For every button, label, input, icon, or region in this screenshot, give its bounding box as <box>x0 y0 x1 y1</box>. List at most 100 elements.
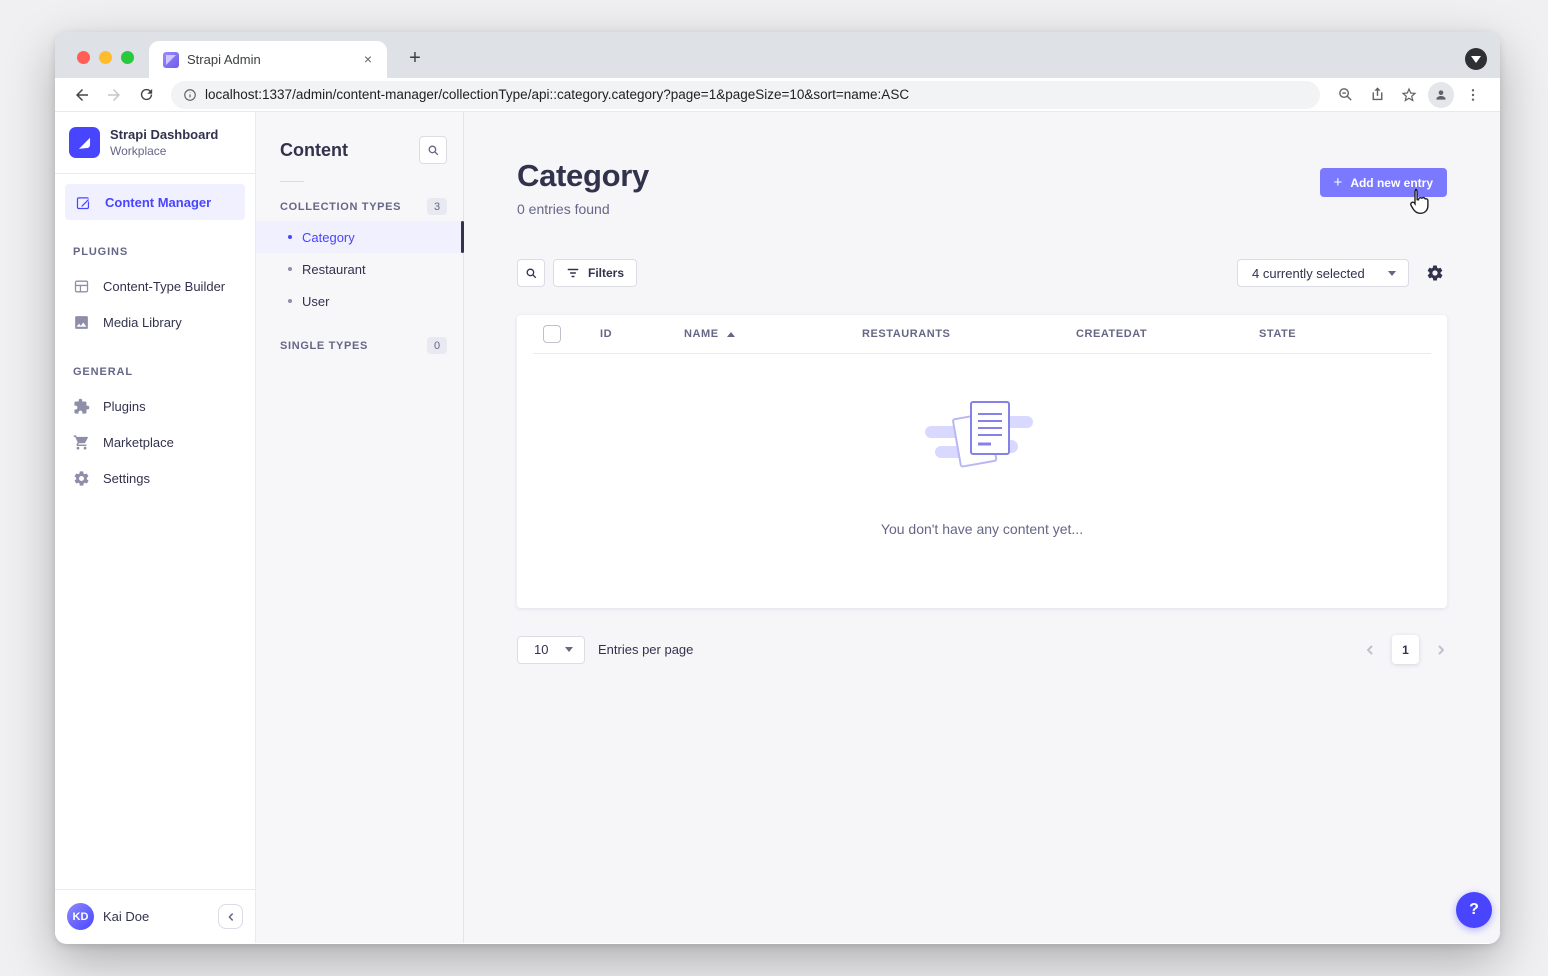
cart-icon <box>71 434 91 451</box>
gear-icon <box>1426 264 1444 282</box>
sidebar-section-plugins: PLUGINS <box>55 246 255 258</box>
collection-types-count: 3 <box>427 198 447 215</box>
sidebar-item-content-manager[interactable]: Content Manager <box>65 184 245 220</box>
bullet-icon <box>288 299 292 303</box>
avatar: KD <box>67 903 94 930</box>
sidebar-item-label: Media Library <box>103 315 182 330</box>
sidebar-item-media-library[interactable]: Media Library <box>55 304 255 340</box>
subnav-item-label: Category <box>302 230 355 245</box>
browser-window: Strapi Admin × + localhost:1337/admin/co… <box>55 32 1500 944</box>
columns-select[interactable]: 4 currently selected <box>1237 259 1409 287</box>
search-icon <box>525 267 538 280</box>
sidebar-item-label: Settings <box>103 471 150 486</box>
workspace-subtitle: Workplace <box>110 144 218 158</box>
table-settings-button[interactable] <box>1423 261 1447 285</box>
content-subnav: Content COLLECTION TYPES 3 Category Rest… <box>256 112 464 943</box>
entries-count: 0 entries found <box>517 201 649 217</box>
column-header-state[interactable]: STATE <box>1259 328 1421 340</box>
layout-icon <box>71 278 91 295</box>
address-bar[interactable]: localhost:1337/admin/content-manager/col… <box>171 81 1320 109</box>
empty-state: You don't have any content yet... <box>517 354 1447 537</box>
reload-button[interactable] <box>133 82 159 108</box>
subnav-title: Content <box>280 140 348 161</box>
puzzle-icon <box>71 398 91 415</box>
minimize-window-button[interactable] <box>99 51 112 64</box>
sidebar-item-content-type-builder[interactable]: Content-Type Builder <box>55 268 255 304</box>
sort-ascending-icon <box>727 332 735 337</box>
empty-state-text: You don't have any content yet... <box>517 521 1447 537</box>
bookmark-star-icon[interactable] <box>1396 82 1422 108</box>
user-row: KD Kai Doe <box>55 889 255 943</box>
gear-icon <box>71 470 91 487</box>
add-new-entry-button[interactable]: + Add new entry <box>1320 168 1447 197</box>
sidebar-section-general: GENERAL <box>55 366 255 378</box>
single-types-count: 0 <box>427 337 447 354</box>
previous-page-icon[interactable] <box>1364 644 1376 656</box>
browser-tabstrip: Strapi Admin × + <box>55 32 1500 78</box>
url-text: localhost:1337/admin/content-manager/col… <box>205 87 909 102</box>
sidebar-item-marketplace[interactable]: Marketplace <box>55 424 255 460</box>
pen-icon <box>73 194 93 211</box>
column-header-restaurants[interactable]: RESTAURANTS <box>862 328 1076 340</box>
tab-title: Strapi Admin <box>187 52 351 67</box>
sidebar-item-settings[interactable]: Settings <box>55 460 255 496</box>
tab-close-icon[interactable]: × <box>359 51 377 69</box>
image-icon <box>71 314 91 331</box>
bullet-icon <box>288 267 292 271</box>
pagination: 10 Entries per page 1 <box>517 635 1447 664</box>
share-icon[interactable] <box>1364 82 1390 108</box>
filters-button[interactable]: Filters <box>553 259 637 287</box>
close-window-button[interactable] <box>77 51 90 64</box>
main-content: Category 0 entries found + Add new entry… <box>464 112 1500 943</box>
entries-table: ID NAME RESTAURANTS CREATEDAT STATE <box>517 315 1447 608</box>
filter-icon <box>566 267 580 279</box>
back-button[interactable] <box>69 82 95 108</box>
sidebar-item-label: Content Manager <box>105 195 211 210</box>
new-tab-button[interactable]: + <box>401 45 429 73</box>
page-size-select[interactable]: 10 <box>517 636 585 664</box>
next-page-icon[interactable] <box>1435 644 1447 656</box>
subnav-item-category[interactable]: Category <box>256 221 463 253</box>
strapi-app: Strapi Dashboard Workplace Content Manag… <box>55 112 1500 943</box>
zoom-window-button[interactable] <box>121 51 134 64</box>
subnav-item-user[interactable]: User <box>256 285 463 317</box>
select-all-checkbox[interactable] <box>543 325 561 343</box>
main-sidebar: Strapi Dashboard Workplace Content Manag… <box>55 112 256 943</box>
page-size-value: 10 <box>534 642 548 657</box>
window-controls <box>77 51 134 64</box>
chevron-down-icon <box>1388 271 1396 276</box>
collection-types-label: COLLECTION TYPES <box>280 201 401 213</box>
column-header-id[interactable]: ID <box>600 328 684 340</box>
bullet-icon <box>288 235 292 239</box>
sidebar-item-label: Plugins <box>103 399 146 414</box>
browser-profile-avatar[interactable] <box>1428 82 1454 108</box>
record-indicator-icon[interactable] <box>1465 48 1487 70</box>
divider <box>280 181 304 182</box>
table-search-button[interactable] <box>517 259 545 287</box>
browser-toolbar: localhost:1337/admin/content-manager/col… <box>55 78 1500 112</box>
column-header-createdat[interactable]: CREATEDAT <box>1076 328 1259 340</box>
table-header-row: ID NAME RESTAURANTS CREATEDAT STATE <box>517 315 1447 353</box>
search-icon <box>427 144 440 157</box>
subnav-item-restaurant[interactable]: Restaurant <box>256 253 463 285</box>
columns-select-value: 4 currently selected <box>1252 266 1365 281</box>
workspace-title: Strapi Dashboard <box>110 127 218 143</box>
browser-menu-icon[interactable] <box>1460 82 1486 108</box>
site-info-icon[interactable] <box>183 88 197 102</box>
chevron-down-icon <box>565 647 573 652</box>
forward-button[interactable] <box>101 82 127 108</box>
subnav-item-label: User <box>302 294 329 309</box>
strapi-favicon-icon <box>163 52 179 68</box>
browser-tab[interactable]: Strapi Admin × <box>149 41 387 78</box>
sidebar-item-plugins[interactable]: Plugins <box>55 388 255 424</box>
collapse-sidebar-button[interactable] <box>218 904 243 929</box>
brand-block[interactable]: Strapi Dashboard Workplace <box>55 112 255 174</box>
zoom-page-icon[interactable] <box>1332 82 1358 108</box>
entries-per-page-label: Entries per page <box>598 642 693 657</box>
sidebar-item-label: Marketplace <box>103 435 174 450</box>
column-header-name[interactable]: NAME <box>684 328 862 340</box>
help-button[interactable]: ? <box>1456 892 1492 928</box>
documents-illustration-icon <box>923 394 1041 478</box>
page-number-button[interactable]: 1 <box>1392 635 1419 664</box>
subnav-search-button[interactable] <box>419 136 447 164</box>
